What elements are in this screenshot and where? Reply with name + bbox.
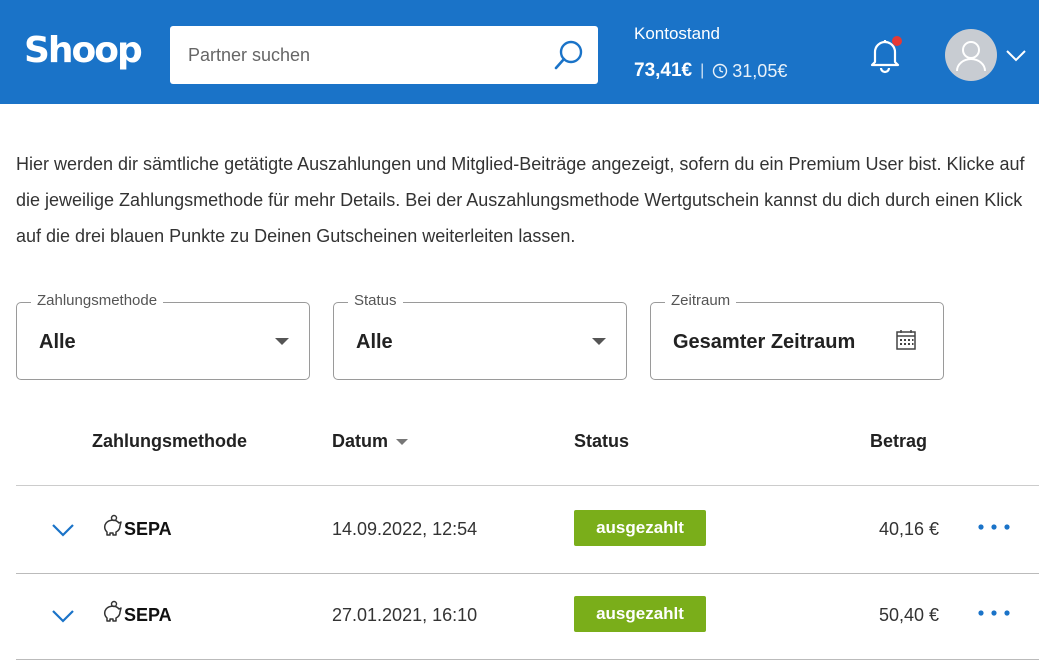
search-icon[interactable] xyxy=(552,38,586,72)
sort-caret-icon[interactable] xyxy=(396,439,409,446)
row-date: 14.09.2022, 12:54 xyxy=(332,519,478,539)
dropdown-caret-icon xyxy=(275,338,289,345)
row-method[interactable]: SEPA xyxy=(124,605,172,626)
table-header: Zahlungsmethode Datum Status Betrag xyxy=(16,396,1039,486)
clock-icon xyxy=(713,63,728,79)
status-badge: ausgezahlt xyxy=(574,510,706,546)
filter-period-label: Zeitraum xyxy=(665,292,737,309)
table-row[interactable]: SEPA 27.01.2021, 16:10 ausgezahlt 50,40 … xyxy=(16,574,1039,660)
expand-chevron-icon[interactable] xyxy=(50,520,76,540)
pending-balance-amount: 31,05€ xyxy=(732,60,788,81)
search-box[interactable] xyxy=(170,26,598,84)
column-header-date-label: Datum xyxy=(332,431,389,451)
shoop-logo[interactable]: Shoop xyxy=(24,30,143,71)
avatar-icon xyxy=(947,31,995,79)
bell-icon[interactable] xyxy=(868,34,902,74)
expand-chevron-icon[interactable] xyxy=(50,606,76,626)
more-dots-icon[interactable] xyxy=(976,608,1016,618)
notification-dot xyxy=(892,36,902,46)
row-amount: 50,40 € xyxy=(878,605,939,625)
column-header-method: Zahlungsmethode xyxy=(92,431,248,451)
balance-separator: | xyxy=(700,62,705,79)
filter-payment-method-label: Zahlungsmethode xyxy=(31,292,164,309)
column-header-amount: Betrag xyxy=(870,431,928,451)
status-badge: ausgezahlt xyxy=(574,596,706,632)
avatar[interactable] xyxy=(945,29,997,81)
search-input[interactable] xyxy=(170,26,540,84)
balance-amount: 73,41€ xyxy=(634,60,693,81)
dropdown-caret-icon xyxy=(592,338,606,345)
balance-label: Kontostand xyxy=(634,24,721,43)
table-row[interactable]: SEPA 14.09.2022, 12:54 ausgezahlt 40,16 … xyxy=(16,488,1039,574)
filter-status-value: Alle xyxy=(356,331,393,353)
column-header-status: Status xyxy=(574,431,630,451)
pending-balance: 31,05€ xyxy=(712,61,787,82)
row-amount: 40,16 € xyxy=(878,519,939,539)
more-dots-icon[interactable] xyxy=(976,522,1016,532)
filter-period-value: Gesamter Zeitraum xyxy=(673,331,856,353)
filter-payment-method[interactable]: Zahlungsmethode Alle xyxy=(16,292,310,380)
filter-period[interactable]: Zeitraum Gesamter Zeitraum xyxy=(650,292,944,380)
payouts-table: Zahlungsmethode Datum Status Betrag SEPA… xyxy=(16,396,1039,660)
row-date: 27.01.2021, 16:10 xyxy=(332,605,478,625)
account-chevron-down-icon[interactable] xyxy=(1004,46,1028,64)
filter-payment-method-value: Alle xyxy=(39,331,76,353)
calendar-icon[interactable] xyxy=(895,329,917,351)
filter-status-label: Status xyxy=(348,292,403,309)
piggy-bank-icon xyxy=(104,600,122,622)
filter-status[interactable]: Status Alle xyxy=(333,292,627,380)
top-header: Shoop Kontostand 73,41€ | 31,05€ xyxy=(0,0,1039,104)
piggy-bank-icon xyxy=(104,514,122,536)
balance-display[interactable]: 73,41€ | 31,05€ xyxy=(634,60,787,82)
column-header-date[interactable]: Datum xyxy=(332,431,409,452)
row-method[interactable]: SEPA xyxy=(124,519,172,540)
intro-text: Hier werden dir sämtliche getätigte Ausz… xyxy=(16,154,1025,246)
